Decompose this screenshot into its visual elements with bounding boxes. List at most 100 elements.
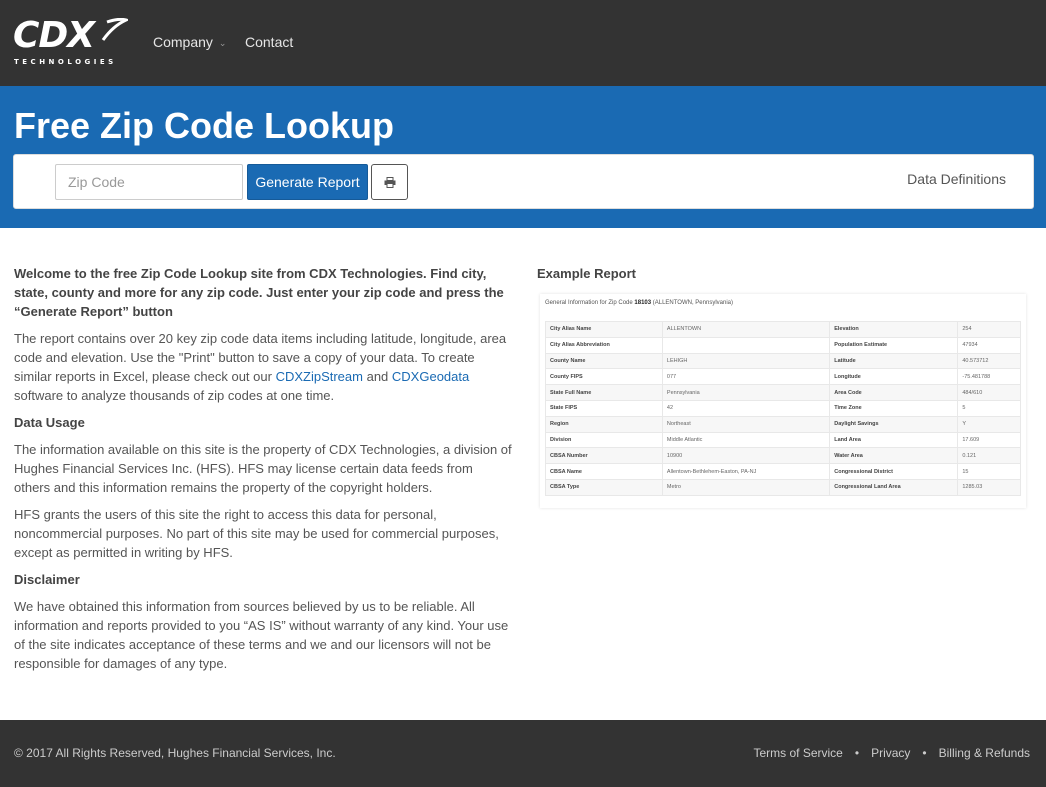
data-usage-heading: Data Usage	[14, 415, 85, 430]
page-title: Free Zip Code Lookup	[14, 105, 395, 146]
table-label-cell: State Full Name	[545, 384, 663, 401]
report-description: The report contains over 20 key zip code…	[14, 329, 512, 405]
report-table: City Alias Name ALLENTOWN Elevation 254 City…	[545, 321, 1021, 496]
table-label-cell: Time Zone	[829, 399, 959, 417]
report-header-prefix: General Information for Zip Code	[545, 300, 635, 306]
table-value-cell: Middle Atlantic	[661, 431, 831, 449]
logo-subtitle: TECHNOLOGIES	[14, 58, 117, 66]
table-value-cell: 0.121	[957, 447, 1021, 465]
nav-contact[interactable]: Contact	[245, 33, 293, 51]
cdxgeodata-link[interactable]: CDXGeodata	[392, 369, 469, 384]
table-label-cell: Longitude	[829, 368, 959, 386]
table-row: State FIPS 42 Time Zone 5	[545, 399, 1021, 417]
table-label-cell: Congressional Land Area	[829, 478, 959, 496]
table-row: City Alias Abbreviation Population Estima…	[545, 336, 1021, 354]
table-label-cell: Latitude	[829, 352, 959, 370]
report-zip: 18103	[634, 300, 652, 306]
data-definitions-link[interactable]: Data Definitions	[907, 170, 1006, 188]
separator-dot: •	[854, 746, 860, 760]
report-header-suffix: (ALLENTOWN, Pennsylvania)	[651, 300, 733, 306]
table-value-cell: Metro	[661, 478, 831, 496]
table-value-cell: 5	[957, 399, 1021, 417]
table-label-cell: Daylight Savings	[829, 415, 959, 433]
terms-of-service-link[interactable]: Terms of Service	[754, 745, 843, 761]
example-report-heading: Example Report	[537, 266, 636, 281]
table-label-cell: City Alias Abbreviation	[545, 336, 663, 354]
table-value-cell: LEHIGH	[661, 352, 831, 370]
disclaimer-text: We have obtained this information from s…	[14, 599, 509, 671]
table-label-cell: County Name	[545, 352, 663, 370]
table-row: CBSA Name Allentown-Bethlehem-Easton, PA-…	[545, 463, 1021, 480]
example-report-image: General Information for Zip Code 18103 (…	[540, 294, 1026, 508]
report-header: General Information for Zip Code 18103 (…	[545, 300, 733, 306]
table-label-cell: Division	[545, 431, 663, 449]
table-label-cell: Land Area	[829, 431, 959, 449]
hero-banner: Free Zip Code Lookup Generate Report Dat…	[0, 86, 1046, 228]
conjunction-text: and	[362, 369, 392, 384]
table-value-cell: 15	[957, 463, 1021, 480]
table-value-cell: 254	[957, 321, 1021, 338]
top-navbar: CDX TECHNOLOGIES Company ⌄ Contact	[0, 0, 1046, 86]
table-value-cell: 1285.03	[957, 478, 1021, 496]
footer-links: Terms of Service • Privacy • Billing & R…	[754, 745, 1031, 761]
privacy-link[interactable]: Privacy	[871, 745, 910, 761]
cdx-logo[interactable]: CDX TECHNOLOGIES	[13, 18, 128, 66]
generate-report-button[interactable]: Generate Report	[247, 164, 368, 200]
table-row: CBSA Type Metro Congressional Land Area 128…	[545, 478, 1021, 496]
table-label-cell: CBSA Name	[545, 463, 663, 480]
table-value-cell: Y	[957, 415, 1021, 433]
table-value-cell: 17.609	[957, 431, 1021, 449]
table-row: CBSA Number 10900 Water Area 0.121	[545, 447, 1021, 465]
table-value-cell: Allentown-Bethlehem-Easton, PA-NJ	[661, 463, 831, 480]
data-usage-text: The information available on this site i…	[14, 442, 512, 495]
lookup-toolbar: Generate Report Data Definitions	[13, 154, 1034, 209]
table-label-cell: CBSA Type	[545, 478, 663, 496]
nav-company[interactable]: Company ⌄	[153, 33, 226, 52]
table-value-cell	[661, 336, 831, 354]
print-icon	[384, 176, 395, 188]
table-value-cell: 10900	[661, 447, 831, 465]
intro-text: Welcome to the free Zip Code Lookup site…	[14, 266, 504, 319]
report-description-tail: software to analyze thousands of zip cod…	[14, 388, 335, 403]
table-label-cell: Population Estimate	[829, 336, 959, 354]
table-label-cell: State FIPS	[545, 399, 663, 417]
copyright-text: © 2017 All Rights Reserved, Hughes Finan…	[14, 746, 336, 760]
table-label-cell: Congressional District	[829, 463, 959, 480]
table-row: State Full Name Pennsylvania Area Code 484/…	[545, 384, 1021, 401]
zip-code-input[interactable]	[55, 164, 243, 200]
table-value-cell: Pennsylvania	[661, 384, 831, 401]
table-value-cell: 47934	[957, 336, 1021, 354]
table-row: County FIPS 077 Longitude -75.481788	[545, 368, 1021, 386]
table-row: Region Northeast Daylight Savings Y	[545, 415, 1021, 433]
table-label-cell: City Alias Name	[545, 321, 663, 338]
table-value-cell: 484/610	[957, 384, 1021, 401]
table-value-cell: Northeast	[661, 415, 831, 433]
table-label-cell: Elevation	[829, 321, 959, 338]
disclaimer-heading: Disclaimer	[14, 572, 80, 587]
table-row: County Name LEHIGH Latitude 40.573712	[545, 352, 1021, 370]
footer: © 2017 All Rights Reserved, Hughes Finan…	[0, 720, 1046, 787]
table-value-cell: ALLENTOWN	[661, 321, 831, 338]
example-report-section: Example Report General Information for Z…	[537, 264, 1027, 508]
table-label-cell: CBSA Number	[545, 447, 663, 465]
table-row: City Alias Name ALLENTOWN Elevation 254	[545, 321, 1021, 338]
billing-refunds-link[interactable]: Billing & Refunds	[939, 745, 1030, 761]
intro-section: Welcome to the free Zip Code Lookup site…	[14, 264, 512, 681]
table-label-cell: Water Area	[829, 447, 959, 465]
table-row: Division Middle Atlantic Land Area 17.609	[545, 431, 1021, 449]
nav-contact-label: Contact	[245, 34, 294, 50]
cdxzipstream-link[interactable]: CDXZipStream	[276, 369, 363, 384]
separator-dot: •	[922, 746, 927, 760]
table-value-cell: 42	[661, 399, 831, 417]
nav-company-label: Company	[153, 34, 213, 50]
table-label-cell: County FIPS	[545, 368, 663, 386]
data-usage-grant-text: HFS grants the users of this site the ri…	[14, 507, 499, 560]
table-value-cell: -75.481788	[957, 368, 1021, 386]
table-label-cell: Area Code	[829, 384, 959, 401]
print-button[interactable]	[371, 164, 408, 200]
chevron-down-icon: ⌄	[218, 38, 227, 49]
table-value-cell: 077	[661, 368, 831, 386]
table-label-cell: Region	[545, 415, 663, 433]
table-value-cell: 40.573712	[957, 352, 1021, 370]
logo-swoosh-icon	[101, 18, 128, 41]
